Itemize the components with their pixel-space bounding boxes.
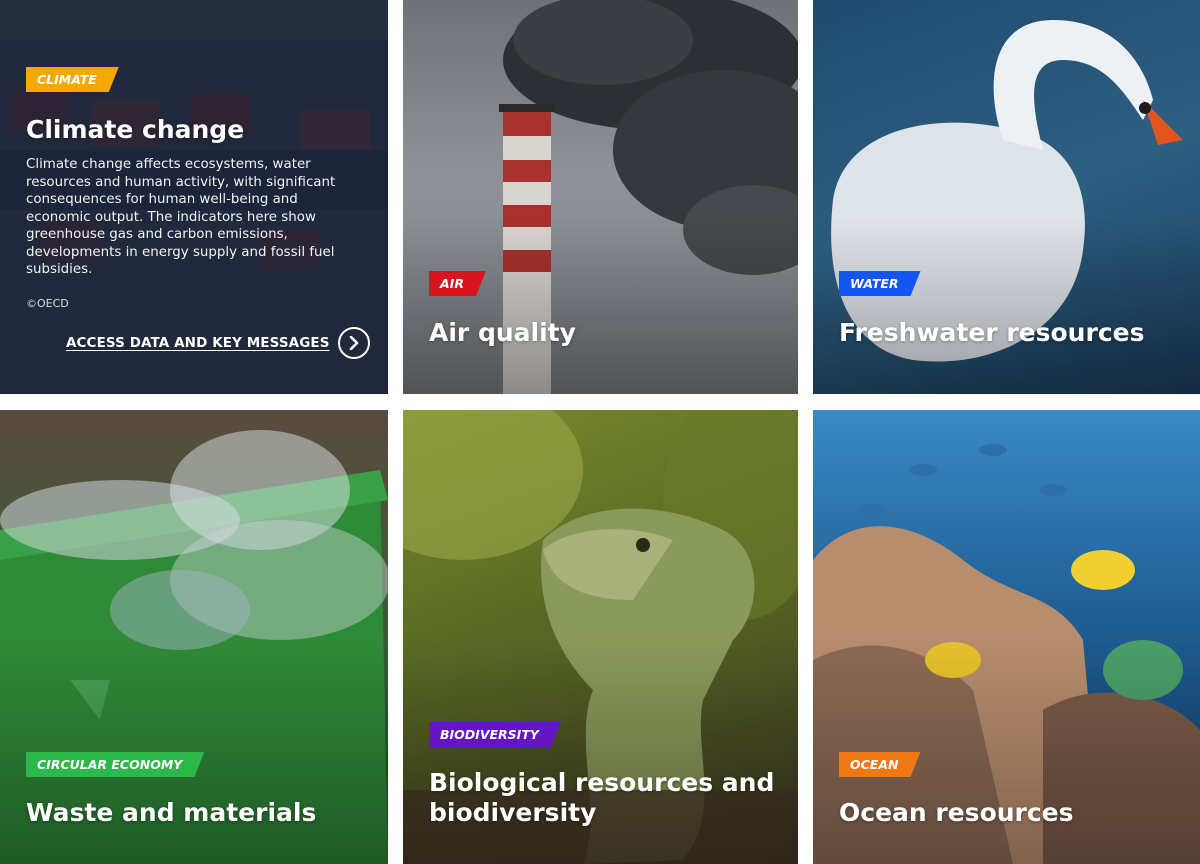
tile-air[interactable]: AIR Air quality [403, 0, 798, 394]
tile-title: Waste and materials [26, 798, 317, 827]
tile-ocean[interactable]: OCEAN Ocean resources [813, 410, 1200, 864]
access-data-link[interactable]: ACCESS DATA AND KEY MESSAGES [66, 327, 370, 359]
tile-climate[interactable]: CLIMATE Climate change Climate change af… [0, 0, 388, 394]
tile-water[interactable]: WATER Freshwater resources [813, 0, 1200, 394]
tile-circular-economy[interactable]: CIRCULAR ECONOMY Waste and materials [0, 410, 388, 864]
chevron-right-circle-icon [337, 327, 370, 359]
photo-credit: ©OECD [26, 297, 69, 310]
tag-biodiversity: BIODIVERSITY [429, 722, 561, 747]
tag-climate: CLIMATE [26, 67, 119, 92]
tile-description: Climate change affects ecosystems, water… [26, 157, 336, 277]
access-data-label: ACCESS DATA AND KEY MESSAGES [66, 335, 330, 351]
tile-title: Ocean resources [839, 798, 1074, 827]
tile-title: Climate change [26, 115, 245, 144]
tile-title: Biological resources and biodiversity [429, 768, 775, 827]
tile-biodiversity[interactable]: BIODIVERSITY Biological resources and bi… [403, 410, 798, 864]
tag-circular-economy: CIRCULAR ECONOMY [26, 752, 204, 777]
tag-air: AIR [429, 271, 486, 296]
tag-water: WATER [839, 271, 921, 296]
tag-ocean: OCEAN [839, 752, 920, 777]
tile-title: Air quality [429, 318, 576, 347]
tile-title: Freshwater resources [839, 318, 1145, 347]
